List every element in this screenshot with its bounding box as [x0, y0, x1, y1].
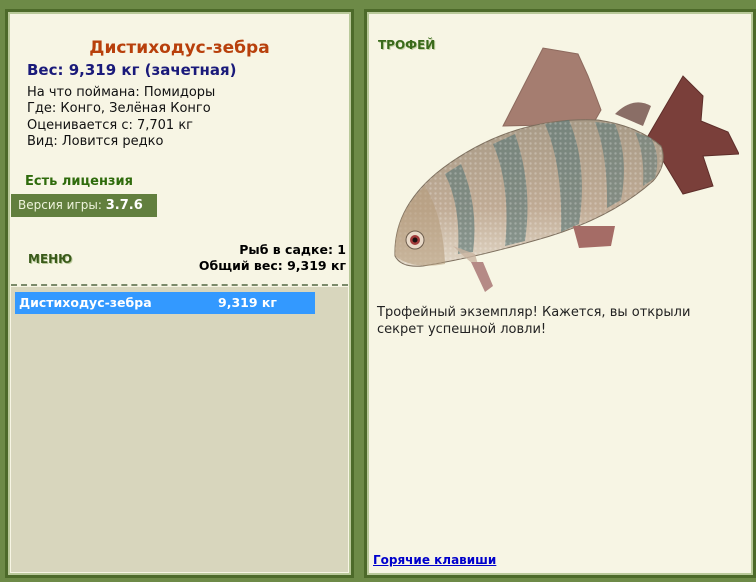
trophy-label: ТРОФЕЙ	[378, 38, 436, 52]
version-label: Версия игры:	[18, 198, 102, 212]
value-info: Оценивается с: 7,701 кг	[27, 118, 194, 133]
hotkeys-link[interactable]: Горячие клавиши	[373, 553, 496, 567]
menu-button[interactable]: МЕНЮ	[28, 252, 72, 266]
fish-name-title: Дистиходус-зебра	[89, 38, 270, 58]
fish-info-panel: Дистиходус-зебра Вес: 9,319 кг (зачетная…	[5, 9, 354, 578]
rarity-info: Вид: Ловится редко	[27, 134, 164, 149]
catch-item-weight: 9,319 кг	[218, 295, 277, 310]
bait-info: На что поймана: Помидоры	[27, 85, 216, 100]
license-status: Есть лицензия	[25, 174, 133, 189]
keep-stats: Рыб в садке: 1 Общий вес: 9,319 кг	[199, 242, 346, 274]
fish-weight: Вес: 9,319 кг (зачетная)	[27, 61, 237, 79]
location-info: Где: Конго, Зелёная Конго	[27, 101, 211, 116]
fish-image	[394, 47, 739, 292]
game-version: Версия игры: 3.7.6	[11, 194, 157, 217]
trophy-panel: ТРОФЕЙ Трофейный экземпляр! Кажется, вы …	[364, 9, 756, 578]
version-number: 3.7.6	[105, 198, 143, 213]
catch-list: Дистиходус-зебра 9,319 кг	[11, 287, 348, 572]
catch-list-item[interactable]: Дистиходус-зебра 9,319 кг	[15, 292, 315, 314]
keep-count: Рыб в садке: 1	[239, 242, 346, 257]
keep-total-weight: Общий вес: 9,319 кг	[198, 258, 346, 273]
divider	[11, 284, 348, 286]
catch-item-name: Дистиходус-зебра	[19, 295, 152, 310]
trophy-message: Трофейный экземпляр! Кажется, вы открыли…	[377, 305, 691, 337]
